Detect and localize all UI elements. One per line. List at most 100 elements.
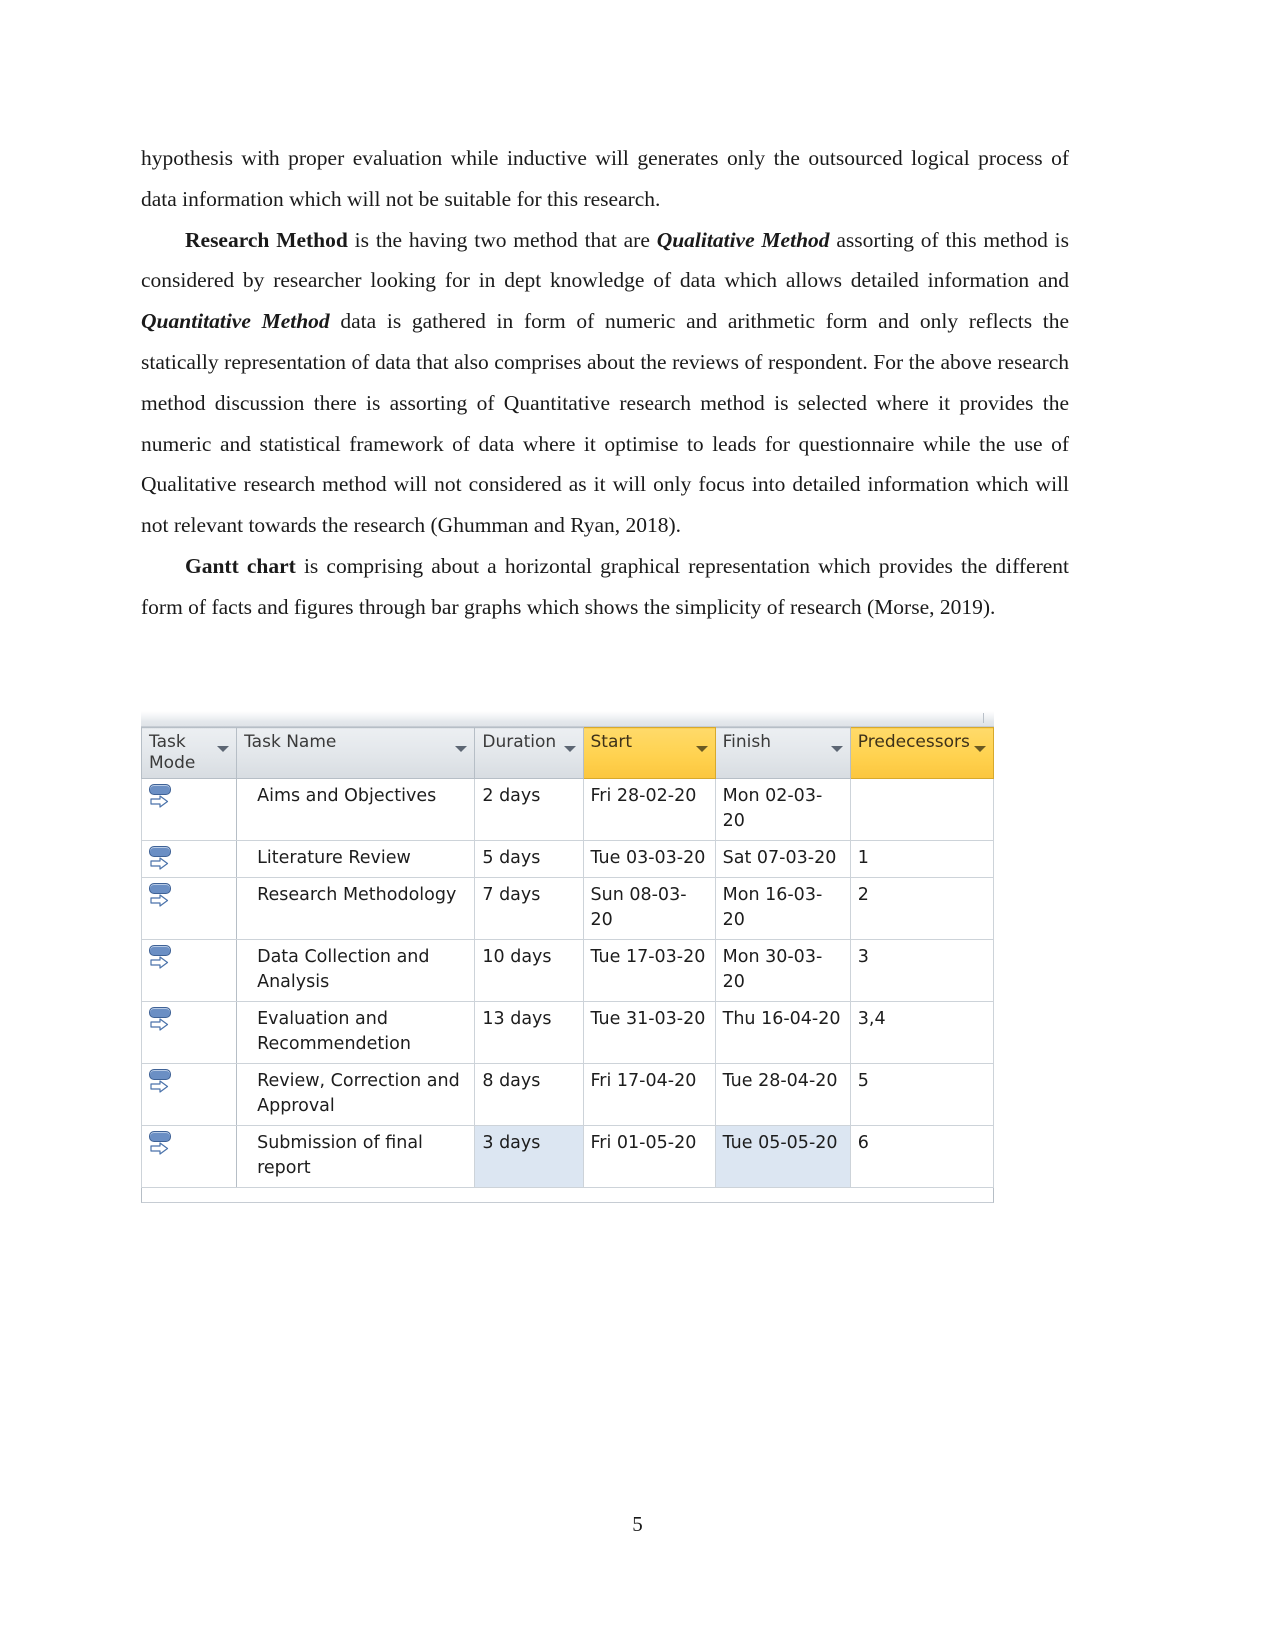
table-row[interactable]: Evaluation and Recommendetion 13 days Tue … — [140, 1001, 995, 1064]
cell-task-name[interactable]: Literature Review — [236, 840, 476, 878]
filter-dropdown-arrow-icon[interactable] — [563, 746, 576, 752]
table-row[interactable]: Research Methodology 7 days Sun 08-03-20 Mo… — [140, 877, 995, 940]
auto-scheduled-arrow-icon — [150, 1142, 169, 1155]
text-run: Research Method — [185, 227, 348, 252]
cell-duration[interactable]: 13 days — [474, 1001, 584, 1064]
cell-duration[interactable]: 5 days — [474, 840, 584, 878]
cell-finish[interactable]: Thu 16-04-20 — [714, 1001, 851, 1064]
auto-scheduled-icon — [148, 944, 174, 974]
auto-scheduled-bar-icon — [149, 784, 171, 795]
cell-start[interactable]: Fri 28-02-20 — [582, 778, 716, 841]
cell-task-mode[interactable] — [140, 1001, 238, 1064]
auto-scheduled-arrow-icon — [150, 894, 169, 907]
cell-start[interactable]: Tue 31-03-20 — [582, 1001, 716, 1064]
table-row[interactable]: Aims and Objectives 2 days Fri 28-02-20 Mon… — [140, 778, 995, 841]
text-run: Quantitative Method — [141, 309, 330, 334]
table-row[interactable]: Data Collection and Analysis 10 days Tue 1… — [140, 939, 995, 1002]
cell-finish[interactable]: Mon 02-03-20 — [714, 778, 851, 841]
column-header-label: Start — [590, 732, 633, 752]
cell-predecessors[interactable]: 1 — [849, 840, 995, 878]
cell-task-name[interactable]: Research Methodology — [236, 877, 476, 940]
task-table-header: Task Mode Task Name Duration Start Finish Pre… — [140, 727, 995, 779]
filter-dropdown-arrow-icon[interactable] — [974, 746, 986, 752]
cell-duration[interactable]: 7 days — [474, 877, 584, 940]
cell-task-mode[interactable] — [140, 840, 238, 878]
auto-scheduled-bar-icon — [149, 1007, 171, 1018]
column-header-label: Task Mode — [149, 732, 196, 773]
cell-task-name[interactable]: Submission of final report — [236, 1125, 476, 1188]
auto-scheduled-bar-icon — [149, 883, 171, 894]
column-header-task_name[interactable]: Task Name — [236, 727, 476, 779]
table-row[interactable]: Literature Review 5 days Tue 03-03-20 Sat 0… — [140, 840, 995, 878]
text-run: data is gathered in form of numeric and … — [141, 309, 1070, 538]
cell-task-name[interactable]: Review, Correction and Approval — [236, 1063, 476, 1126]
cell-start[interactable]: Fri 01-05-20 — [582, 1125, 716, 1188]
cell-duration[interactable]: 3 days — [474, 1125, 584, 1188]
task-table: Task Mode Task Name Duration Start Finish Pre… — [140, 727, 995, 1188]
column-header-label: Duration — [482, 732, 557, 752]
cell-start[interactable]: Sun 08-03-20 — [582, 877, 716, 940]
paragraph-hypothesis: hypothesis with proper evaluation while … — [141, 138, 1069, 220]
cell-predecessors[interactable]: 2 — [849, 877, 995, 940]
filter-dropdown-arrow-icon[interactable] — [217, 746, 230, 752]
grid-bottom-edge — [141, 1188, 994, 1203]
cell-predecessors[interactable]: 3,4 — [849, 1001, 995, 1064]
auto-scheduled-icon — [148, 783, 174, 813]
task-table-body: Aims and Objectives 2 days Fri 28-02-20 Mon… — [140, 778, 995, 1188]
cell-task-mode[interactable] — [140, 1125, 238, 1188]
cell-predecessors[interactable]: 6 — [849, 1125, 995, 1188]
cell-duration[interactable]: 8 days — [474, 1063, 584, 1126]
auto-scheduled-icon — [148, 845, 174, 875]
cell-predecessors[interactable] — [849, 778, 995, 841]
auto-scheduled-arrow-icon — [150, 1018, 169, 1031]
cell-start[interactable]: Fri 17-04-20 — [582, 1063, 716, 1126]
auto-scheduled-arrow-icon — [150, 795, 169, 808]
filter-dropdown-arrow-icon[interactable] — [455, 746, 468, 752]
filter-dropdown-arrow-icon[interactable] — [695, 746, 708, 752]
cell-task-mode[interactable] — [140, 1063, 238, 1126]
cell-task-mode[interactable] — [140, 778, 238, 841]
grid-top-scroll-strip[interactable] — [141, 710, 994, 727]
column-header-task_mode[interactable]: Task Mode — [140, 727, 238, 779]
table-row[interactable]: Submission of final report 3 days Fri 01-0… — [140, 1125, 995, 1188]
cell-finish[interactable]: Sat 07-03-20 — [714, 840, 851, 878]
filter-dropdown-arrow-icon[interactable] — [830, 746, 843, 752]
cell-duration[interactable]: 2 days — [474, 778, 584, 841]
cell-finish[interactable]: Mon 16-03-20 — [714, 877, 851, 940]
document-page: hypothesis with proper evaluation while … — [0, 0, 1275, 1651]
cell-task-name[interactable]: Data Collection and Analysis — [236, 939, 476, 1002]
auto-scheduled-bar-icon — [149, 846, 171, 857]
text-run: hypothesis with proper evaluation while … — [141, 146, 1069, 211]
column-header-start[interactable]: Start — [582, 727, 716, 779]
column-header-label: Task Name — [244, 732, 337, 752]
cell-finish[interactable]: Tue 28-04-20 — [714, 1063, 851, 1126]
column-header-label: Predecessors — [857, 732, 970, 752]
column-header-duration[interactable]: Duration — [474, 727, 584, 779]
cell-start[interactable]: Tue 03-03-20 — [582, 840, 716, 878]
column-header-finish[interactable]: Finish — [714, 727, 851, 779]
cell-finish[interactable]: Tue 05-05-20 — [714, 1125, 851, 1188]
cell-task-name[interactable]: Aims and Objectives — [236, 778, 476, 841]
column-header-label: Finish — [722, 732, 772, 752]
auto-scheduled-bar-icon — [149, 1131, 171, 1142]
document-body: hypothesis with proper evaluation while … — [141, 138, 1069, 628]
grid-strip-nub — [983, 713, 994, 723]
page-number: 5 — [632, 1512, 643, 1536]
cell-predecessors[interactable]: 5 — [849, 1063, 995, 1126]
auto-scheduled-icon — [148, 1006, 174, 1036]
cell-task-mode[interactable] — [140, 877, 238, 940]
auto-scheduled-bar-icon — [149, 1069, 171, 1080]
cell-finish[interactable]: Mon 30-03-20 — [714, 939, 851, 1002]
paragraph-gantt-chart: Gantt chart is comprising about a horizo… — [141, 546, 1069, 628]
cell-predecessors[interactable]: 3 — [849, 939, 995, 1002]
cell-start[interactable]: Tue 17-03-20 — [582, 939, 716, 1002]
cell-duration[interactable]: 10 days — [474, 939, 584, 1002]
auto-scheduled-icon — [148, 1068, 174, 1098]
auto-scheduled-icon — [148, 882, 174, 912]
ms-project-task-grid: Task Mode Task Name Duration Start Finish Pre… — [140, 710, 995, 1203]
cell-task-mode[interactable] — [140, 939, 238, 1002]
cell-task-name[interactable]: Evaluation and Recommendetion — [236, 1001, 476, 1064]
table-row[interactable]: Review, Correction and Approval 8 days Fri… — [140, 1063, 995, 1126]
column-header-predecessors[interactable]: Predecessors — [849, 727, 995, 779]
paragraph-research-method: Research Method is the having two method… — [141, 220, 1069, 546]
